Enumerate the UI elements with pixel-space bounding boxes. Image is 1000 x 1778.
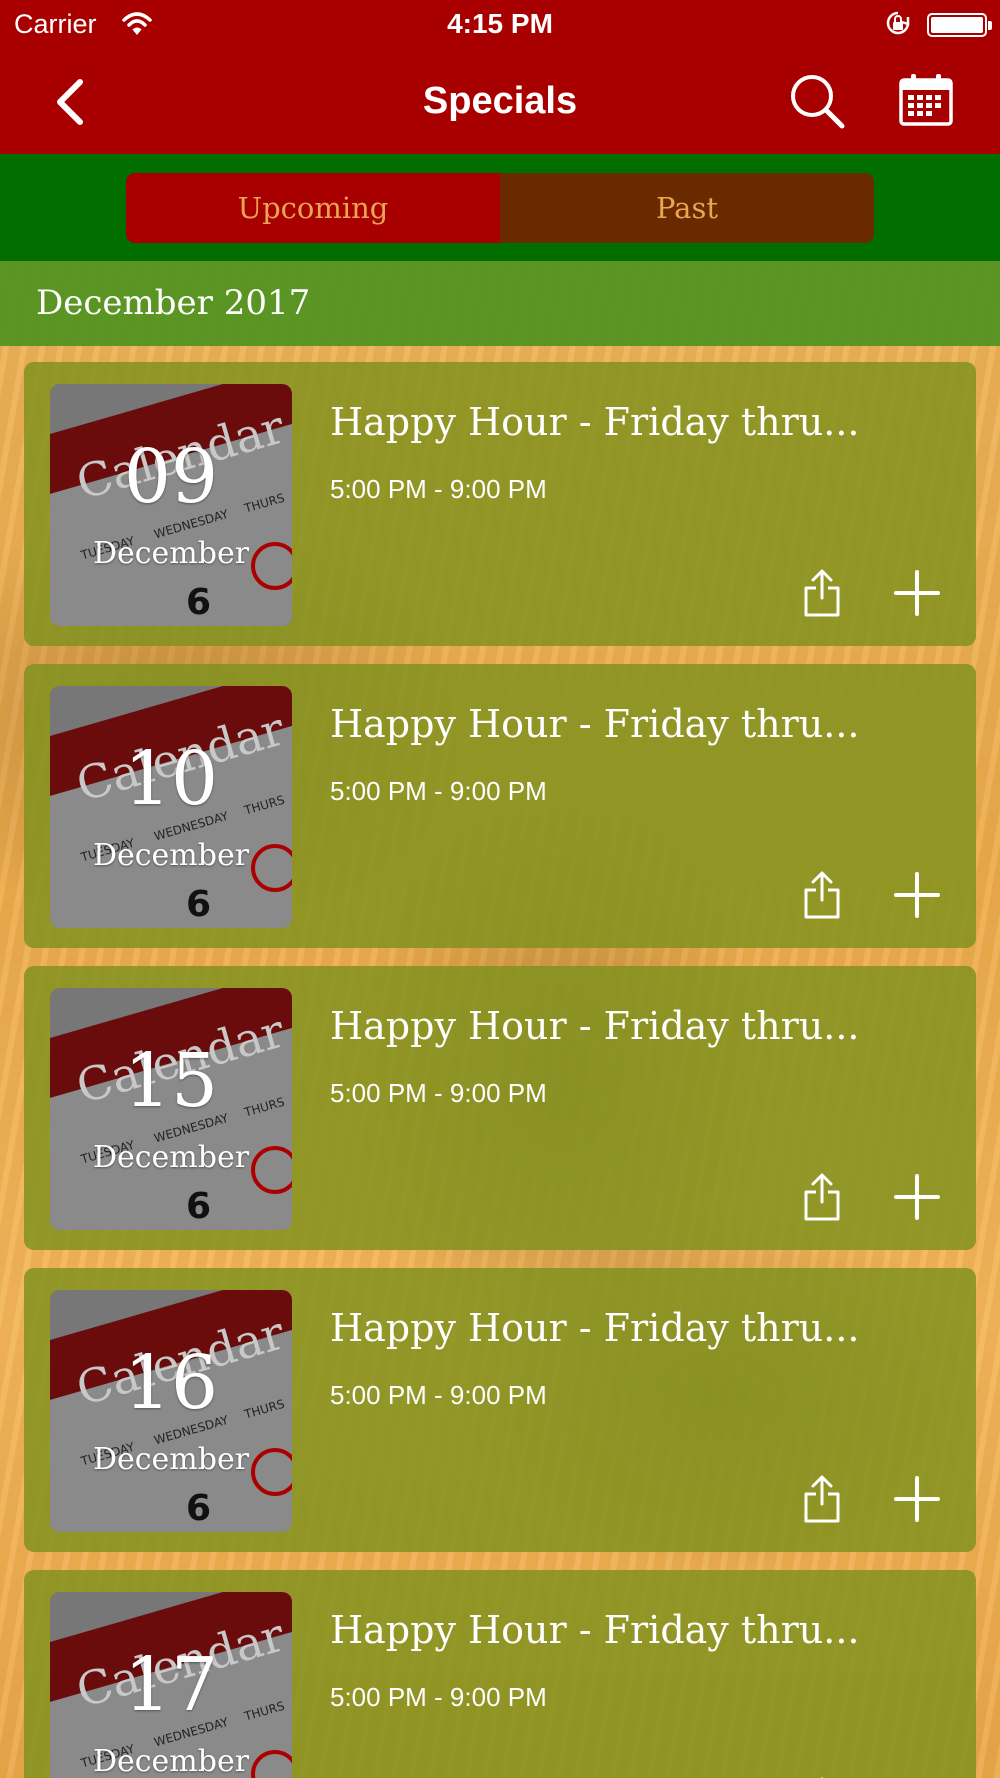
event-month: December (92, 536, 250, 571)
event-thumbnail: Calendar TUESDAY WEDNESDAY THURS 6 15 De… (50, 988, 292, 1230)
search-icon[interactable] (788, 72, 846, 130)
event-month: December (92, 1140, 250, 1175)
event-time: 5:00 PM - 9:00 PM (330, 776, 547, 806)
share-icon[interactable] (802, 870, 842, 920)
share-icon[interactable] (802, 568, 842, 618)
event-month: December (92, 1442, 250, 1477)
event-title: Happy Hour - Friday thru... (330, 1608, 860, 1652)
segment-past[interactable]: Past (500, 173, 874, 243)
event-card[interactable]: Calendar TUESDAY WEDNESDAY THURS 6 17 De… (24, 1570, 976, 1778)
event-time: 5:00 PM - 9:00 PM (330, 1682, 547, 1712)
segment-upcoming[interactable]: Upcoming (126, 173, 500, 243)
thumb-art-number: 6 (186, 1186, 211, 1227)
event-day: 17 (123, 1642, 219, 1728)
event-thumbnail: Calendar TUESDAY WEDNESDAY THURS 6 16 De… (50, 1290, 292, 1532)
share-icon[interactable] (802, 1474, 842, 1524)
event-title: Happy Hour - Friday thru... (330, 702, 860, 746)
status-time: 4:15 PM (447, 8, 553, 39)
event-thumbnail: Calendar TUESDAY WEDNESDAY THURS 6 09 De… (50, 384, 292, 626)
share-icon[interactable] (802, 1172, 842, 1222)
orientation-lock-icon (886, 11, 910, 35)
segmented-control: Upcoming Past (126, 173, 874, 243)
event-day: 10 (123, 736, 219, 822)
segment-bar: Upcoming Past (0, 154, 1000, 261)
add-icon[interactable] (894, 1476, 940, 1522)
month-title: December 2017 (36, 283, 311, 323)
thumb-art-number: 6 (186, 884, 211, 925)
event-title: Happy Hour - Friday thru... (330, 1306, 860, 1350)
event-thumbnail: Calendar TUESDAY WEDNESDAY THURS 6 17 De… (50, 1592, 292, 1778)
event-day: 16 (123, 1340, 219, 1426)
status-bar: Carrier 4:15 PM (0, 0, 1000, 50)
event-card[interactable]: Calendar TUESDAY WEDNESDAY THURS 6 15 De… (24, 966, 976, 1250)
navigation-bar: Specials (0, 50, 1000, 154)
event-thumbnail: Calendar TUESDAY WEDNESDAY THURS 6 10 De… (50, 686, 292, 928)
event-time: 5:00 PM - 9:00 PM (330, 1380, 547, 1410)
event-card[interactable]: Calendar TUESDAY WEDNESDAY THURS 6 10 De… (24, 664, 976, 948)
add-icon[interactable] (894, 570, 940, 616)
event-title: Happy Hour - Friday thru... (330, 400, 860, 444)
add-icon[interactable] (894, 1174, 940, 1220)
add-icon[interactable] (894, 872, 940, 918)
calendar-icon[interactable] (898, 72, 954, 126)
thumb-art-number: 6 (186, 1488, 211, 1529)
event-month: December (92, 838, 250, 873)
battery-icon (927, 13, 992, 37)
event-card[interactable]: Calendar TUESDAY WEDNESDAY THURS 6 16 De… (24, 1268, 976, 1552)
event-time: 5:00 PM - 9:00 PM (330, 474, 547, 504)
thumb-art-number: 6 (186, 582, 211, 623)
event-time: 5:00 PM - 9:00 PM (330, 1078, 547, 1108)
event-card[interactable]: Calendar TUESDAY WEDNESDAY THURS 6 09 De… (24, 362, 976, 646)
event-month: December (92, 1744, 250, 1778)
event-day: 09 (123, 434, 219, 520)
page-title: Specials (422, 80, 578, 122)
event-day: 15 (123, 1038, 219, 1124)
event-title: Happy Hour - Friday thru... (330, 1004, 860, 1048)
month-section-header: December 2017 (0, 261, 1000, 346)
